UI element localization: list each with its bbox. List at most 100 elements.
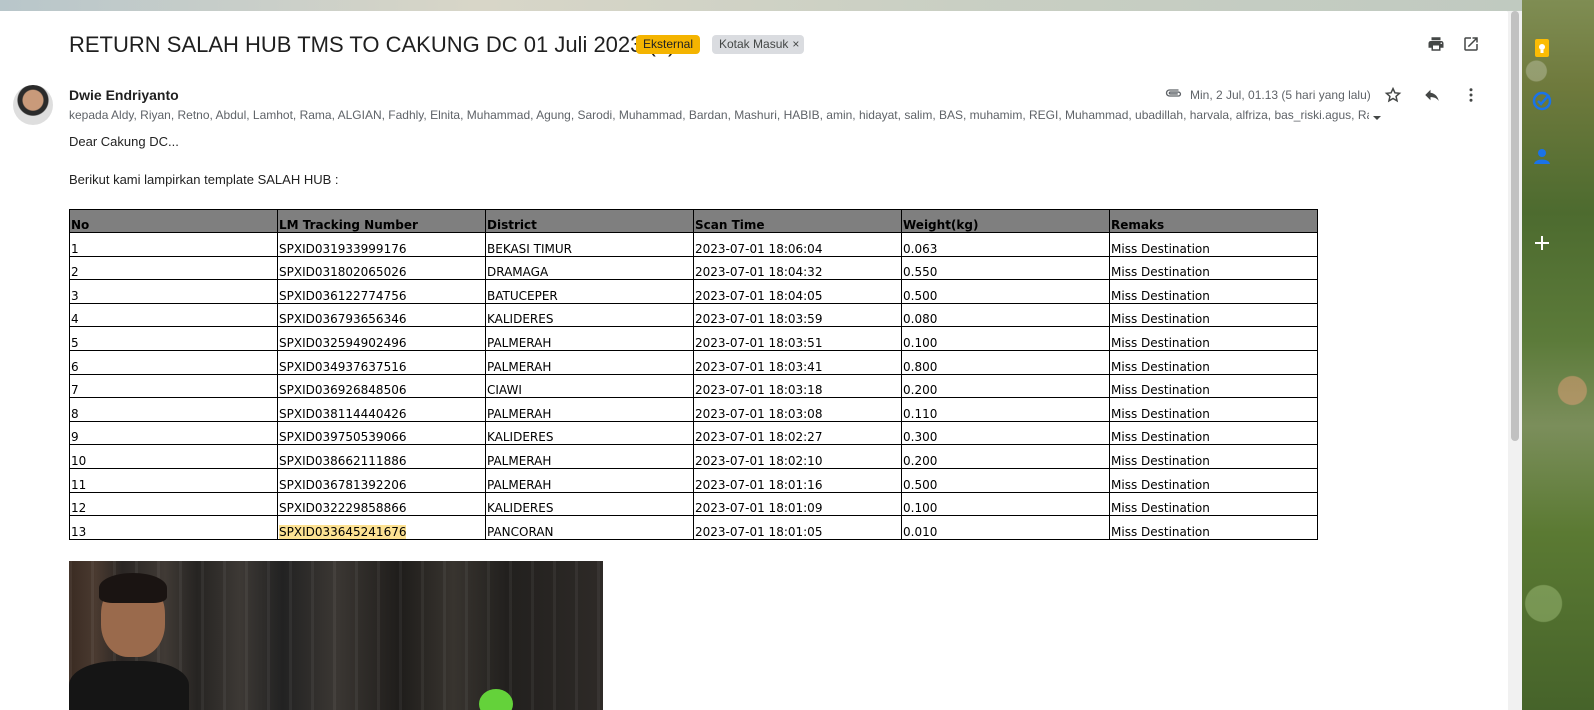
message-greeting: Dear Cakung DC... [69, 134, 179, 149]
tracking-number: SPXID036926848506 [279, 383, 407, 398]
open-in-new-window-icon [1464, 37, 1478, 51]
table-cell: 0.010 [901, 515, 1110, 540]
table-cell: BATUCEPER [485, 279, 694, 304]
cell-value: 0.100 [903, 335, 938, 350]
reply-button[interactable] [1417, 80, 1447, 110]
tracking-number: SPXID036122774756 [279, 288, 407, 303]
cell-value: KALIDERES [487, 430, 554, 445]
cell-value: 2023-07-01 18:03:08 [695, 406, 823, 421]
cell-value: Miss Destination [1111, 406, 1210, 421]
tracking-number: SPXID038662111886 [279, 453, 407, 468]
table-cell: BEKASI TIMUR [485, 232, 694, 257]
table-cell: 0.300 [901, 420, 1110, 446]
table-cell: KALIDERES [485, 302, 694, 328]
message-intro: Berikut kami lampirkan template SALAH HU… [69, 172, 339, 187]
table-header-row: No LM Tracking Number District Scan Time… [69, 209, 1318, 233]
star-icon [1384, 86, 1402, 103]
table-cell: 0.063 [901, 232, 1110, 257]
embedded-photo[interactable] [69, 561, 603, 710]
cell-value: BATUCEPER [487, 288, 558, 303]
cell-value: 2023-07-01 18:03:59 [695, 312, 823, 327]
table-cell: PALMERAH [485, 326, 694, 351]
table-cell: Miss Destination [1109, 515, 1318, 540]
column-header: Weight(kg) [901, 209, 1110, 233]
table-cell: Miss Destination [1109, 232, 1318, 257]
cell-value: 0.300 [903, 430, 938, 445]
column-header: District [485, 209, 694, 233]
contacts-button[interactable] [1529, 143, 1555, 169]
tasks-icon [1532, 91, 1552, 111]
table-row: 4 SPXID036793656346 KALIDERES 2023-07-01 18… [69, 302, 1318, 328]
cell-value: KALIDERES [487, 312, 554, 327]
remove-label-icon[interactable]: × [792, 37, 799, 51]
table-cell: 10 [69, 444, 278, 469]
table-cell: PALMERAH [485, 467, 694, 493]
more-options-button[interactable] [1456, 80, 1486, 110]
table-cell: 2023-07-01 18:03:59 [693, 302, 902, 328]
table-cell: 0.200 [901, 373, 1110, 399]
cell-value: BEKASI TIMUR [487, 241, 572, 256]
table-row: 6 SPXID034937637516 PALMERAH 2023-07-01 18:… [69, 349, 1318, 375]
table-row: 11 SPXID036781392206 PALMERAH 2023-07-01 18… [69, 467, 1318, 493]
cell-value: 2023-07-01 18:01:05 [695, 524, 823, 539]
table-cell: SPXID031933999176 [277, 232, 486, 257]
table-cell: 11 [69, 467, 278, 493]
keep-icon [1535, 39, 1549, 57]
table-cell: PALMERAH [485, 397, 694, 422]
label-inbox[interactable]: Kotak Masuk × [712, 35, 805, 54]
table-cell: SPXID036781392206 [277, 467, 486, 493]
cell-value: 0.200 [903, 383, 938, 398]
table-cell: DRAMAGA [485, 255, 694, 281]
cell-value: 0.500 [903, 477, 938, 492]
tracking-number: SPXID032229858866 [279, 501, 407, 516]
avatar[interactable] [13, 85, 53, 125]
cell-value: 9 [71, 430, 79, 445]
cell-value: 2023-07-01 18:03:51 [695, 335, 823, 350]
caret-down-icon [1373, 116, 1381, 120]
table-row: 8 SPXID038114440426 PALMERAH 2023-07-01 18:… [69, 397, 1318, 422]
add-icon [1535, 236, 1549, 250]
cell-value: 0.100 [903, 501, 938, 516]
table-cell: SPXID038114440426 [277, 397, 486, 422]
table-cell: PANCORAN [485, 515, 694, 540]
table-cell: 2023-07-01 18:03:51 [693, 326, 902, 351]
reply-icon [1425, 89, 1439, 101]
cell-value: 0.010 [903, 524, 938, 539]
table-cell: Miss Destination [1109, 255, 1318, 281]
cell-value: PALMERAH [487, 406, 552, 421]
contacts-icon [1534, 149, 1550, 164]
column-header: Remaks [1109, 209, 1318, 233]
table-cell: SPXID034937637516 [277, 349, 486, 375]
table-cell: 5 [69, 326, 278, 351]
table-cell: 7 [69, 373, 278, 399]
star-button[interactable] [1378, 80, 1408, 110]
cell-value: 7 [71, 383, 79, 398]
table-cell: 0.500 [901, 279, 1110, 304]
cell-value: 4 [71, 312, 79, 327]
scrollbar[interactable] [1508, 11, 1522, 710]
tracking-number: SPXID032594902496 [279, 335, 407, 350]
scrollbar-thumb[interactable] [1511, 11, 1519, 441]
show-details-button[interactable] [1372, 110, 1382, 128]
table-cell: Miss Destination [1109, 397, 1318, 422]
table-cell: 2023-07-01 18:03:18 [693, 373, 902, 399]
tracking-number: SPXID036781392206 [279, 477, 407, 492]
cell-value: Miss Destination [1111, 383, 1210, 398]
table-cell: KALIDERES [485, 491, 694, 517]
table-cell: CIAWI [485, 373, 694, 399]
table-cell: SPXID036926848506 [277, 373, 486, 399]
cell-value: Miss Destination [1111, 335, 1210, 350]
tasks-button[interactable] [1529, 88, 1555, 114]
table-cell: 2023-07-01 18:04:32 [693, 255, 902, 281]
cell-value: 11 [71, 477, 87, 492]
label-external: Eksternal [636, 35, 701, 54]
table-cell: 9 [69, 420, 278, 446]
add-addon-button[interactable] [1529, 230, 1555, 256]
sender-name[interactable]: Dwie Endriyanto [69, 87, 179, 103]
keep-button[interactable] [1529, 35, 1555, 61]
table-cell: 2023-07-01 18:03:41 [693, 349, 902, 375]
cell-value: 10 [71, 453, 87, 468]
message-timestamp: Min, 2 Jul, 01.13 (5 hari yang lalu) [1190, 88, 1371, 102]
open-in-new-window-button[interactable] [1456, 29, 1486, 59]
print-button[interactable] [1421, 29, 1451, 59]
